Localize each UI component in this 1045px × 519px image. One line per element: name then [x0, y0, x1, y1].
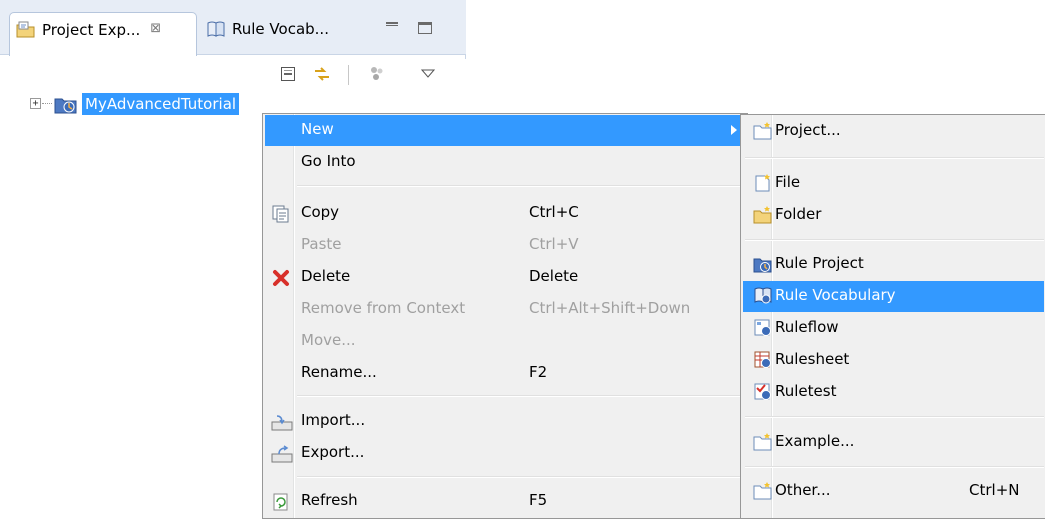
minimize-icon[interactable]: [386, 22, 398, 26]
menu-item-shortcut: Ctrl+C: [529, 203, 579, 221]
menu-item-remove-from-context[interactable]: Remove from Context Ctrl+Alt+Shift+Down: [265, 294, 743, 325]
tab-label: Rule Vocab...: [232, 20, 329, 38]
menu-item-shortcut: Ctrl+Alt+Shift+Down: [529, 299, 691, 317]
submenu-item-shortcut: Ctrl+N: [969, 481, 1020, 499]
menu-item-label: Go Into: [301, 152, 356, 170]
menu-item-new[interactable]: New: [265, 115, 743, 146]
menu-separator: [745, 416, 1044, 418]
new-file-icon: [753, 173, 773, 193]
menu-item-label: Rename...: [301, 363, 377, 381]
rulesheet-icon: [753, 350, 773, 370]
tree-item-project[interactable]: MyAdvancedTutorial: [82, 93, 240, 115]
submenu-item-ruleflow[interactable]: Ruleflow: [743, 313, 1044, 344]
submenu-item-label: Folder: [775, 205, 822, 223]
submenu-item-other[interactable]: Other... Ctrl+N: [743, 476, 1044, 507]
menu-separator: [297, 395, 741, 397]
rule-vocabulary-book-icon: [206, 20, 226, 42]
view-toolbar: [0, 59, 466, 91]
submenu-item-project[interactable]: Project...: [743, 116, 1044, 147]
menu-item-copy[interactable]: Copy Ctrl+C: [265, 198, 743, 229]
export-icon: [271, 444, 293, 464]
view-tab-bar: Project Exp... ⊠ Rule Vocab...: [0, 0, 466, 56]
menu-item-go-into[interactable]: Go Into: [265, 147, 743, 178]
submenu-item-label: Ruleflow: [775, 318, 839, 336]
tab-rule-vocabulary[interactable]: Rule Vocab...: [200, 12, 360, 55]
menu-item-import[interactable]: Import...: [265, 406, 743, 437]
menu-item-delete[interactable]: Delete Delete: [265, 262, 743, 293]
tree-connector: [42, 103, 52, 104]
refresh-icon: [271, 492, 291, 512]
menu-item-label: Export...: [301, 443, 365, 461]
submenu-item-folder[interactable]: Folder: [743, 200, 1044, 231]
menu-item-shortcut: Ctrl+V: [529, 235, 579, 253]
menu-item-label: Refresh: [301, 491, 358, 509]
ruleflow-icon: [753, 318, 773, 338]
copy-icon: [271, 204, 291, 224]
import-icon: [271, 412, 293, 432]
ruletest-icon: [753, 382, 773, 402]
submenu-item-label: Rule Vocabulary: [775, 286, 896, 304]
submenu-item-label: Rulesheet: [775, 350, 850, 368]
submenu-item-ruletest[interactable]: Ruletest: [743, 377, 1044, 408]
submenu-item-file[interactable]: File: [743, 168, 1044, 199]
new-folder-icon: [753, 205, 773, 225]
menu-separator: [297, 476, 741, 478]
submenu-item-example[interactable]: Example...: [743, 427, 1044, 458]
submenu-item-rule-project[interactable]: Rule Project: [743, 249, 1044, 280]
menu-item-move[interactable]: Move...: [265, 326, 743, 357]
rule-vocabulary-icon: [753, 286, 773, 306]
menu-separator: [297, 185, 741, 187]
expand-toggle-icon[interactable]: +: [30, 98, 41, 109]
submenu-item-label: Rule Project: [775, 254, 864, 272]
delete-x-icon: [271, 268, 291, 288]
menu-item-label: New: [301, 120, 334, 138]
toolbar-separator: [348, 65, 349, 85]
menu-item-shortcut: F5: [529, 491, 548, 509]
new-example-wizard-icon: [753, 432, 773, 452]
maximize-icon[interactable]: [418, 22, 432, 34]
submenu-item-label: Example...: [775, 432, 855, 450]
menu-item-label: Import...: [301, 411, 366, 429]
menu-item-label: Paste: [301, 235, 342, 253]
close-tab-icon[interactable]: ⊠: [150, 21, 161, 36]
link-with-editor-icon[interactable]: [311, 63, 333, 85]
collapse-all-icon[interactable]: [277, 63, 299, 85]
submenu-item-label: Other...: [775, 481, 831, 499]
menu-item-label: Move...: [301, 331, 356, 349]
menu-item-export[interactable]: Export...: [265, 438, 743, 469]
submenu-item-rule-vocabulary[interactable]: Rule Vocabulary: [743, 281, 1044, 312]
submenu-item-rulesheet[interactable]: Rulesheet: [743, 345, 1044, 376]
tab-project-explorer[interactable]: Project Exp... ⊠: [9, 12, 197, 56]
submenu-item-label: Project...: [775, 121, 841, 139]
rule-project-icon: [54, 94, 78, 118]
menu-item-rename[interactable]: Rename... F2: [265, 358, 743, 389]
tab-label: Project Exp...: [42, 21, 141, 39]
new-submenu: Project... File Folder Rule Project Rule…: [740, 114, 1045, 519]
menu-item-label: Delete: [301, 267, 351, 285]
menu-item-paste[interactable]: Paste Ctrl+V: [265, 230, 743, 261]
menu-separator: [745, 239, 1044, 241]
menu-item-label: Remove from Context: [301, 299, 466, 317]
submenu-item-label: Ruletest: [775, 382, 837, 400]
project-explorer-icon: [16, 21, 36, 43]
submenu-item-label: File: [775, 173, 801, 191]
view-menu-chevron-down-icon[interactable]: [417, 63, 439, 85]
menu-item-refresh[interactable]: Refresh F5: [265, 486, 743, 517]
menu-item-shortcut: F2: [529, 363, 548, 381]
rule-project-icon: [753, 254, 773, 274]
menu-separator: [745, 157, 1044, 159]
submenu-arrow-icon: [731, 125, 737, 135]
context-menu: New Go Into Copy Ctrl+C Paste Ctrl+V Del…: [262, 113, 748, 519]
menu-item-label: Copy: [301, 203, 340, 221]
new-project-wizard-icon: [753, 121, 773, 141]
new-wizard-icon: [753, 481, 773, 501]
menu-separator: [745, 466, 1044, 468]
menu-item-shortcut: Delete: [529, 267, 579, 285]
filters-icon[interactable]: [366, 63, 388, 85]
